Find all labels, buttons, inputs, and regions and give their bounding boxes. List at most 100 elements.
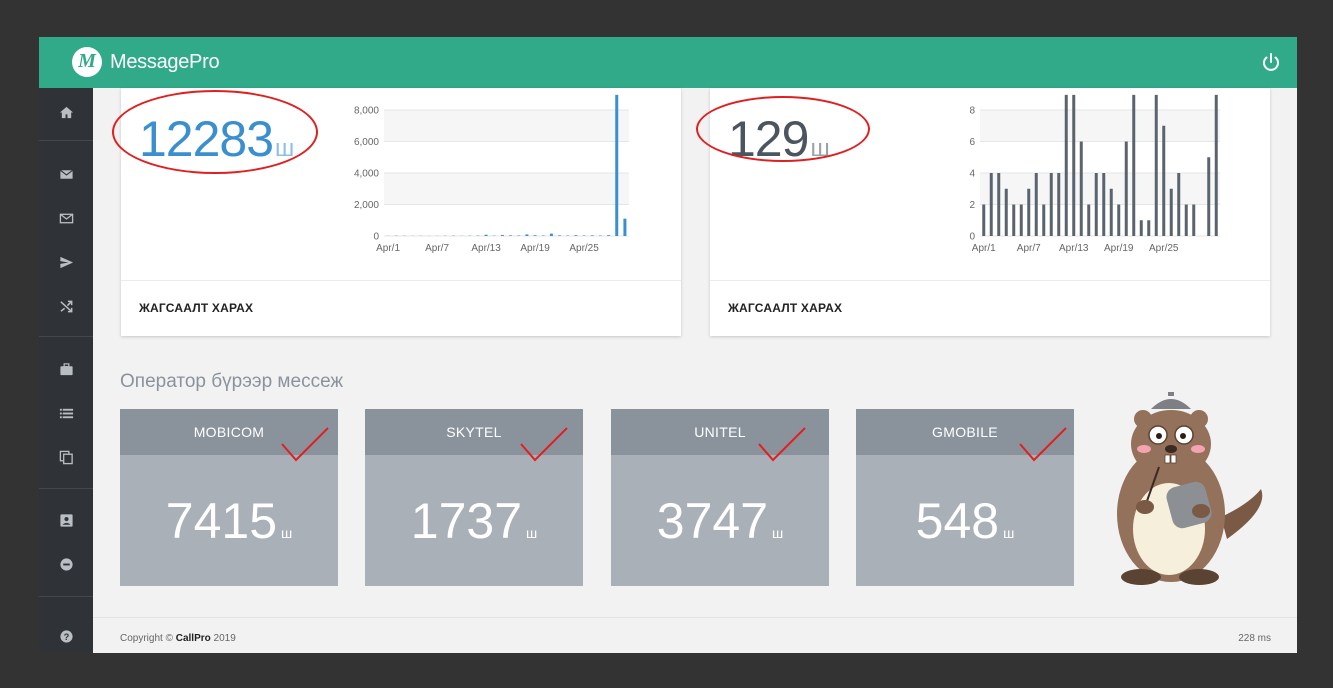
chart-bar: [1057, 173, 1061, 236]
y-tick-label: 8,000: [354, 106, 379, 117]
chart-bar: [997, 173, 1001, 236]
help-icon[interactable]: ?: [39, 620, 93, 652]
operator-card-gmobile[interactable]: GMOBILE 548 ш: [856, 409, 1074, 586]
operator-card-mobicom[interactable]: MOBICOM 7415 ш: [120, 409, 338, 586]
x-tick-label: Apr/13: [1059, 243, 1089, 254]
chart-bar: [607, 235, 611, 236]
shuffle-icon[interactable]: [39, 290, 93, 322]
checkmark-icon: [520, 427, 568, 462]
operator-count: 3747 ш: [656, 493, 784, 549]
y-tick-label: 2,000: [354, 200, 379, 211]
chart-bar: [615, 94, 619, 236]
briefcase-icon[interactable]: [39, 353, 93, 385]
chart-bar: [1177, 173, 1181, 236]
chart-bar: [1169, 188, 1173, 236]
chart-bar: [1034, 173, 1038, 236]
chart-bar: [590, 235, 594, 236]
minus-circle-icon[interactable]: [39, 548, 93, 580]
contact-card-icon[interactable]: [39, 504, 93, 536]
card-footer: ЖАГСААЛТ ХАРАХ: [710, 280, 1270, 336]
send-icon[interactable]: [39, 246, 93, 278]
operator-card-skytel[interactable]: SKYTEL 1737 ш: [365, 409, 583, 586]
chart-bar: [484, 234, 488, 236]
mail-outline-icon[interactable]: [39, 202, 93, 234]
chart-bar: [525, 234, 529, 236]
messages-total-card: 12283ш 0 2,000 4,000 6,000 8,000 Apr/1 Apr/7 Ap…: [112, 88, 681, 336]
logo-icon[interactable]: M: [72, 47, 102, 77]
y-tick-label: 4,000: [354, 169, 379, 180]
chart-bar: [533, 235, 537, 236]
chart-bar: [1139, 220, 1143, 236]
chart-bar: [1214, 94, 1218, 236]
chart-bar: [989, 173, 993, 236]
chart-bar: [1162, 125, 1166, 236]
chart-bar: [1147, 220, 1151, 236]
chart-bar: [1109, 188, 1113, 236]
chart-bar: [1004, 188, 1008, 236]
y-tick-label: 0: [373, 232, 379, 243]
render-time: 228 ms: [1238, 633, 1271, 644]
chart-bar: [1042, 204, 1046, 236]
operator-count: 548 ш: [915, 493, 1015, 549]
y-tick-label: 0: [969, 232, 975, 243]
home-icon[interactable]: [39, 96, 93, 128]
operator-count: 1737 ш: [410, 493, 538, 549]
y-tick-label: 2: [969, 200, 975, 211]
chart-bar: [1117, 204, 1121, 236]
chart-bar: [1019, 204, 1023, 236]
x-tick-label: Apr/25: [569, 243, 599, 254]
checkmark-icon: [1019, 427, 1067, 462]
power-icon[interactable]: [1259, 51, 1283, 75]
chart-bar: [1184, 204, 1188, 236]
copyright-text: Copyright © CallPro 2019: [120, 633, 236, 644]
chart-bar: [574, 235, 578, 236]
operators-title: Оператор бүрээр мессеж: [120, 371, 344, 392]
page-footer: Copyright © CallPro 2019 228 ms: [93, 617, 1297, 653]
chart-bar: [558, 235, 562, 236]
x-tick-label: Apr/7: [1017, 243, 1041, 254]
beaver-mascot-illustration: [1117, 392, 1263, 585]
x-tick-label: Apr/1: [376, 243, 400, 254]
checkmark-icon: [758, 427, 806, 462]
chart-bar: [1049, 173, 1053, 236]
logo-letter: M: [78, 50, 96, 72]
operator-count: 7415 ш: [165, 493, 293, 549]
view-list-link[interactable]: ЖАГСААЛТ ХАРАХ: [728, 301, 842, 315]
operator-card-unitel[interactable]: UNITEL 3747 ш: [611, 409, 829, 586]
svg-text:?: ?: [63, 631, 69, 641]
chart-bar: [623, 218, 627, 236]
y-tick-label: 6: [969, 137, 975, 148]
chart-bar: [1094, 173, 1098, 236]
copy-icon[interactable]: [39, 441, 93, 473]
list-icon[interactable]: [39, 397, 93, 429]
chart-bar: [1012, 204, 1016, 236]
chart-bar: [1102, 173, 1106, 236]
x-tick-label: Apr/19: [520, 243, 550, 254]
chart-bar: [1207, 157, 1211, 236]
mail-icon[interactable]: [39, 158, 93, 190]
chart-bar: [1192, 204, 1196, 236]
view-list-link[interactable]: ЖАГСААЛТ ХАРАХ: [139, 301, 253, 315]
y-tick-label: 4: [969, 169, 975, 180]
chart-bar: [1132, 94, 1136, 236]
checkmark-icon: [281, 427, 329, 462]
campaigns-total-card: 129ш 0 2 4 6 8 Apr/1 Apr/7 Apr/13 Apr/19 Apr/25 Ж…: [696, 88, 1270, 336]
x-tick-label: Apr/7: [425, 243, 449, 254]
chart-bar: [1079, 141, 1083, 236]
card-footer: ЖАГСААЛТ ХАРАХ: [121, 280, 681, 336]
app-window: M MessagePro ? 12283ш 0 2,000 4,000 6,00…: [39, 37, 1297, 653]
chart-bar: [549, 233, 553, 236]
chart-bar: [982, 204, 986, 236]
chart-bar: [1072, 94, 1076, 236]
highlight-oval: [112, 90, 318, 174]
chart-bar: [1154, 94, 1158, 236]
y-tick-label: 6,000: [354, 137, 379, 148]
chart-bar: [500, 235, 504, 236]
brand-name[interactable]: MessagePro: [110, 51, 220, 74]
chart-bar: [1087, 204, 1091, 236]
x-tick-label: Apr/1: [972, 243, 996, 254]
x-tick-label: Apr/19: [1104, 243, 1134, 254]
y-tick-label: 8: [969, 106, 975, 117]
company-link[interactable]: CallPro: [176, 633, 211, 644]
highlight-oval: [696, 96, 870, 162]
